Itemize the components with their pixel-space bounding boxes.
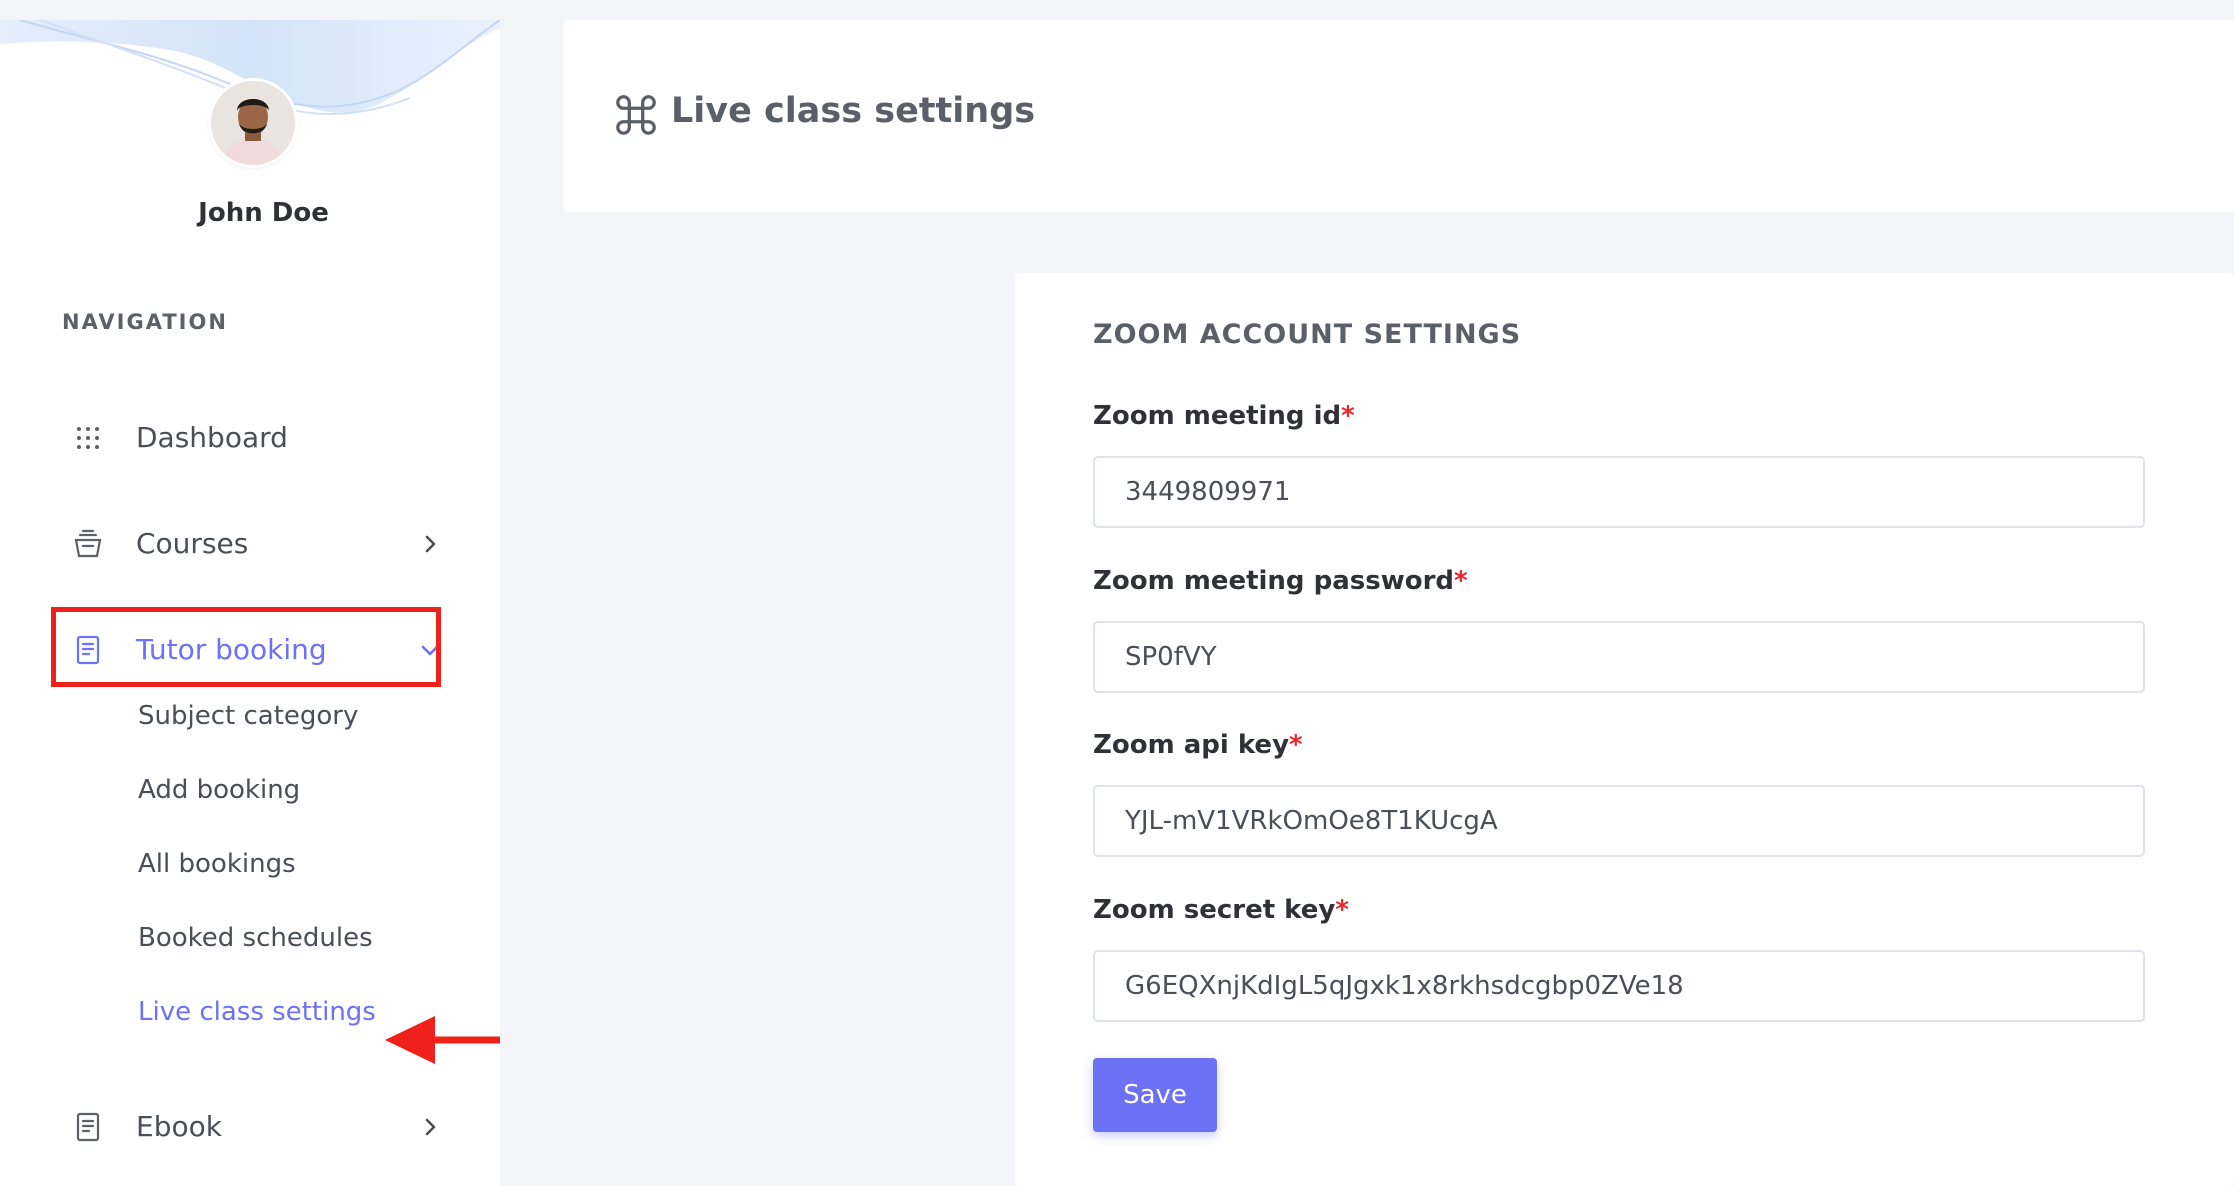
zoom-settings-form: ZOOM ACCOUNT SETTINGS Zoom meeting id* Z… <box>1015 273 2234 1186</box>
submenu-item-add-booking[interactable]: Add booking <box>138 775 300 805</box>
zoom-meeting-password-input[interactable] <box>1093 621 2145 693</box>
submenu-item-all-bookings[interactable]: All bookings <box>138 849 296 879</box>
chevron-right-icon <box>425 1118 436 1136</box>
field-label-meeting-password: Zoom meeting password* <box>1093 566 1468 596</box>
courses-icon <box>74 529 102 558</box>
zoom-secret-key-input[interactable] <box>1093 950 2145 1022</box>
submenu-item-live-class-settings[interactable]: Live class settings <box>138 997 376 1027</box>
sidebar-item-label: Ebook <box>136 1110 222 1143</box>
section-title: ZOOM ACCOUNT SETTINGS <box>1093 319 1522 350</box>
sidebar: John Doe NAVIGATION Dashboard Courses Tu… <box>0 20 500 1186</box>
avatar[interactable] <box>211 81 295 165</box>
page-title: Live class settings <box>671 91 1036 131</box>
submenu-item-booked-schedules[interactable]: Booked schedules <box>138 923 373 953</box>
field-label-meeting-id: Zoom meeting id* <box>1093 401 1355 431</box>
pointer-arrow <box>385 1016 500 1064</box>
book-icon <box>76 1112 100 1142</box>
sidebar-item-label: Courses <box>136 527 249 560</box>
user-name: John Doe <box>198 198 329 228</box>
submenu-item-subject-category[interactable]: Subject category <box>138 701 358 731</box>
field-label-api-key: Zoom api key* <box>1093 730 1303 760</box>
sidebar-item-dashboard[interactable]: Dashboard <box>62 408 442 468</box>
sidebar-item-ebook[interactable]: Ebook <box>62 1097 442 1157</box>
command-icon <box>616 95 656 135</box>
field-label-secret-key: Zoom secret key* <box>1093 895 1349 925</box>
chevron-right-icon <box>425 535 436 553</box>
grid-dots-icon <box>77 427 99 449</box>
nav-heading: NAVIGATION <box>62 310 228 334</box>
zoom-api-key-input[interactable] <box>1093 785 2145 857</box>
highlight-box <box>51 607 441 687</box>
sidebar-item-label: Dashboard <box>136 421 288 454</box>
zoom-meeting-id-input[interactable] <box>1093 456 2145 528</box>
page-header: Live class settings <box>563 20 2234 212</box>
sidebar-item-courses[interactable]: Courses <box>62 514 442 574</box>
save-button[interactable]: Save <box>1093 1058 1217 1132</box>
